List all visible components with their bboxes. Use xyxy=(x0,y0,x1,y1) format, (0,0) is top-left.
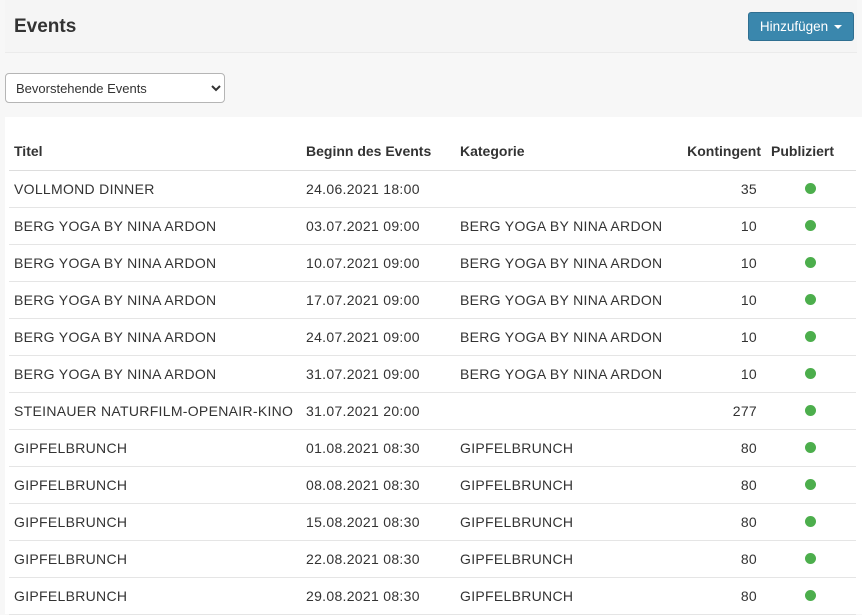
caret-down-icon xyxy=(834,24,843,29)
cell-title[interactable]: GIPFELBRUNCH xyxy=(9,429,301,467)
cell-begin: 29.08.2021 08:30 xyxy=(301,577,455,615)
cell-title[interactable]: BERG YOGA BY NINA ARDON xyxy=(9,244,301,282)
cell-title[interactable]: GIPFELBRUNCH xyxy=(9,540,301,578)
cell-published xyxy=(765,392,856,430)
published-status-icon[interactable] xyxy=(805,515,816,527)
event-filter-select[interactable]: Bevorstehende Events xyxy=(5,73,225,103)
cell-published xyxy=(765,540,856,578)
table-row[interactable]: BERG YOGA BY NINA ARDON 17.07.2021 09:00 B… xyxy=(9,281,856,319)
table-header-row: Titel Beginn des Events Kategorie Kontin… xyxy=(9,133,856,171)
cell-category: GIPFELBRUNCH xyxy=(455,466,675,504)
cell-title[interactable]: BERG YOGA BY NINA ARDON xyxy=(9,355,301,393)
table-row[interactable]: GIPFELBRUNCH 08.08.2021 08:30 GIPFELBRUNCH… xyxy=(9,466,856,504)
cell-kontingent: 10 xyxy=(675,244,765,282)
cell-begin: 22.08.2021 08:30 xyxy=(301,540,455,578)
cell-begin: 24.07.2021 09:00 xyxy=(301,318,455,356)
cell-published xyxy=(765,577,856,615)
cell-kontingent: 10 xyxy=(675,207,765,245)
add-dropdown-button[interactable]: Hinzufügen xyxy=(748,12,854,41)
cell-title[interactable]: STEINAUER NATURFILM-OPENAIR-KINO xyxy=(9,392,301,430)
cell-kontingent: 80 xyxy=(675,540,765,578)
published-status-icon[interactable] xyxy=(805,293,816,305)
cell-begin: 24.06.2021 18:00 xyxy=(301,170,455,208)
published-status-icon[interactable] xyxy=(805,552,816,564)
table-row[interactable]: VOLLMOND DINNER 24.06.2021 18:00 35 xyxy=(9,170,856,208)
table-row[interactable]: BERG YOGA BY NINA ARDON 31.07.2021 09:00 B… xyxy=(9,355,856,393)
page-header: Events Hinzufügen xyxy=(5,0,857,53)
cell-title[interactable]: BERG YOGA BY NINA ARDON xyxy=(9,281,301,319)
cell-title[interactable]: BERG YOGA BY NINA ARDON xyxy=(9,207,301,245)
cell-category: BERG YOGA BY NINA ARDON xyxy=(455,244,675,282)
published-status-icon[interactable] xyxy=(805,478,816,490)
cell-published xyxy=(765,503,856,541)
cell-title[interactable]: VOLLMOND DINNER xyxy=(9,170,301,208)
cell-kontingent: 35 xyxy=(675,170,765,208)
table-body: VOLLMOND DINNER 24.06.2021 18:00 35 BERG YO… xyxy=(9,170,856,615)
table-row[interactable]: GIPFELBRUNCH 15.08.2021 08:30 GIPFELBRUNCH… xyxy=(9,503,856,541)
cell-begin: 17.07.2021 09:00 xyxy=(301,281,455,319)
cell-begin: 08.08.2021 08:30 xyxy=(301,466,455,504)
published-status-icon[interactable] xyxy=(805,256,816,268)
add-button-label: Hinzufügen xyxy=(759,19,829,34)
cell-begin: 03.07.2021 09:00 xyxy=(301,207,455,245)
page-title: Events xyxy=(14,16,77,37)
column-header-published[interactable]: Publiziert xyxy=(765,133,856,171)
cell-category: GIPFELBRUNCH xyxy=(455,577,675,615)
cell-kontingent: 80 xyxy=(675,503,765,541)
cell-title[interactable]: GIPFELBRUNCH xyxy=(9,503,301,541)
table-row[interactable]: BERG YOGA BY NINA ARDON 03.07.2021 09:00 B… xyxy=(9,207,856,245)
events-table: Titel Beginn des Events Kategorie Kontin… xyxy=(9,133,856,615)
table-row[interactable]: STEINAUER NATURFILM-OPENAIR-KINO 31.07.20… xyxy=(9,392,856,430)
cell-published xyxy=(765,207,856,245)
cell-begin: 31.07.2021 20:00 xyxy=(301,392,455,430)
cell-begin: 01.08.2021 08:30 xyxy=(301,429,455,467)
cell-category xyxy=(455,170,675,208)
cell-category xyxy=(455,392,675,430)
events-panel: Titel Beginn des Events Kategorie Kontin… xyxy=(5,117,862,615)
column-header-title[interactable]: Titel xyxy=(9,133,301,171)
cell-title[interactable]: GIPFELBRUNCH xyxy=(9,466,301,504)
cell-published xyxy=(765,170,856,208)
column-header-begin[interactable]: Beginn des Events xyxy=(301,133,455,171)
cell-published xyxy=(765,355,856,393)
column-header-kontingent[interactable]: Kontingent xyxy=(675,133,765,171)
cell-published xyxy=(765,318,856,356)
cell-kontingent: 10 xyxy=(675,355,765,393)
cell-kontingent: 80 xyxy=(675,577,765,615)
published-status-icon[interactable] xyxy=(805,589,816,601)
cell-category: BERG YOGA BY NINA ARDON xyxy=(455,355,675,393)
column-header-category[interactable]: Kategorie xyxy=(455,133,675,171)
published-status-icon[interactable] xyxy=(805,367,816,379)
published-status-icon[interactable] xyxy=(805,404,816,416)
published-status-icon[interactable] xyxy=(805,330,816,342)
cell-published xyxy=(765,244,856,282)
cell-begin: 15.08.2021 08:30 xyxy=(301,503,455,541)
published-status-icon[interactable] xyxy=(805,219,816,231)
cell-category: GIPFELBRUNCH xyxy=(455,540,675,578)
cell-kontingent: 277 xyxy=(675,392,765,430)
cell-published xyxy=(765,281,856,319)
table-row[interactable]: GIPFELBRUNCH 01.08.2021 08:30 GIPFELBRUNCH… xyxy=(9,429,856,467)
cell-kontingent: 10 xyxy=(675,281,765,319)
table-row[interactable]: BERG YOGA BY NINA ARDON 10.07.2021 09:00 B… xyxy=(9,244,856,282)
table-row[interactable]: GIPFELBRUNCH 22.08.2021 08:30 GIPFELBRUNCH… xyxy=(9,540,856,578)
cell-category: BERG YOGA BY NINA ARDON xyxy=(455,281,675,319)
cell-kontingent: 80 xyxy=(675,429,765,467)
cell-kontingent: 80 xyxy=(675,466,765,504)
cell-category: GIPFELBRUNCH xyxy=(455,429,675,467)
cell-kontingent: 10 xyxy=(675,318,765,356)
cell-begin: 10.07.2021 09:00 xyxy=(301,244,455,282)
table-row[interactable]: BERG YOGA BY NINA ARDON 24.07.2021 09:00 B… xyxy=(9,318,856,356)
cell-category: GIPFELBRUNCH xyxy=(455,503,675,541)
cell-published xyxy=(765,466,856,504)
cell-title[interactable]: GIPFELBRUNCH xyxy=(9,577,301,615)
cell-published xyxy=(765,429,856,467)
cell-category: BERG YOGA BY NINA ARDON xyxy=(455,207,675,245)
cell-title[interactable]: BERG YOGA BY NINA ARDON xyxy=(9,318,301,356)
published-status-icon[interactable] xyxy=(805,441,816,453)
published-status-icon[interactable] xyxy=(805,182,816,194)
cell-category: BERG YOGA BY NINA ARDON xyxy=(455,318,675,356)
cell-begin: 31.07.2021 09:00 xyxy=(301,355,455,393)
table-row[interactable]: GIPFELBRUNCH 29.08.2021 08:30 GIPFELBRUNCH… xyxy=(9,577,856,615)
